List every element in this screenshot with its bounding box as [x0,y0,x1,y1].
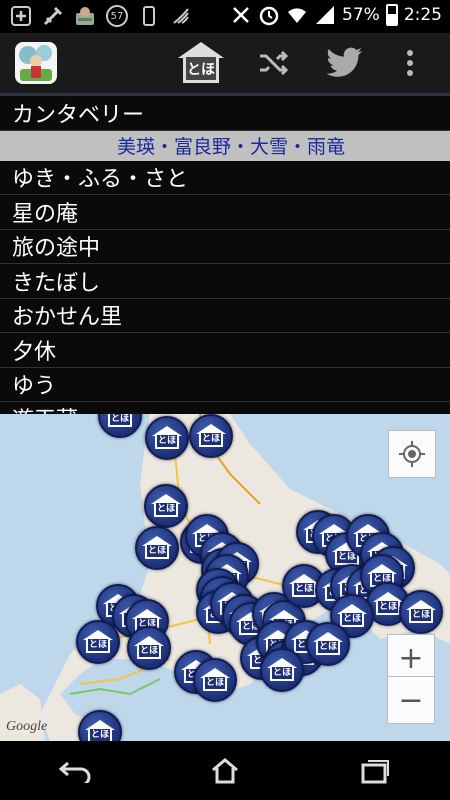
battery-percent: 57% [342,5,380,25]
tomo-pin-marker[interactable]: とほ [193,658,237,702]
pin-label: とほ [199,433,223,447]
pin-label: とほ [86,639,110,653]
tomo-pin-marker[interactable]: とほ [145,416,189,460]
list-item[interactable]: 遊天蔵 [0,402,450,414]
tomo-pin-marker[interactable]: とほ [76,620,120,664]
map-view[interactable]: とほとほとほとほとほとほとほとほとほとほとほとほとほとほとほとほとほとほとほとほ… [0,414,450,741]
tabi-app-icon[interactable] [14,41,58,85]
guesthouse-list[interactable]: カンタベリー 美瑛・富良野・大雪・雨竜 ゆき・ふる・さと 星の庵 旅の途中 きた… [0,96,450,414]
clock: 2:25 [403,5,442,25]
list-item[interactable]: 星の庵 [0,195,450,230]
pin-label: とほ [203,677,227,691]
status-bar: 57 57% 2:25 [0,0,450,33]
add-icon [11,6,31,26]
pin-house-icon: とほ [406,600,436,624]
list-item[interactable]: おかせん里 [0,299,450,333]
pin-house-icon: とほ [196,424,226,448]
list-item[interactable]: ゆう [0,368,450,402]
pin-house-icon: とほ [313,632,343,656]
pin-house-icon: とほ [200,668,230,692]
notification-icons: 57 [10,5,192,27]
alarm-icon [259,6,279,26]
pin-label: とほ [155,435,179,449]
pin-label: とほ [292,583,316,597]
pin-label: とほ [316,641,340,655]
pin-label: とほ [108,414,132,427]
list-item[interactable]: 夕休 [0,333,450,368]
pin-label: とほ [340,613,364,627]
shuffle-icon [260,50,289,76]
home-button[interactable]: とほ [176,41,226,85]
my-location-button[interactable] [388,430,436,478]
twitter-icon [326,47,362,77]
zoom-in-button[interactable]: + [387,634,435,682]
tomo-pin-marker[interactable]: とほ [135,526,179,570]
tomo-pin-marker[interactable]: とほ [189,414,233,458]
recent-apps-icon [361,759,389,783]
pin-label: とほ [88,729,112,741]
home-nav-button[interactable] [195,746,255,796]
tomo-pin-marker[interactable]: とほ [260,648,304,692]
pin-house-icon: とほ [83,630,113,654]
tomo-pin-marker[interactable]: とほ [306,622,350,666]
pin-label: とほ [376,601,400,615]
home-icon: とほ [178,42,224,84]
home-nav-icon [212,757,238,783]
pin-label: とほ [409,609,433,623]
navigation-bar [0,741,450,800]
zoom-out-button[interactable]: − [387,676,435,724]
overflow-menu-icon [407,50,413,76]
home-label: とほ [183,57,219,83]
shuffle-button[interactable] [248,41,298,85]
settings-icon [43,6,63,26]
pin-house-icon: とほ [152,426,182,450]
pin-label: とほ [137,645,161,659]
pin-house-icon: とほ [337,604,367,628]
back-icon [58,761,91,783]
battery-fill [387,13,396,24]
badge-icon: 57 [106,5,128,27]
twitter-button[interactable] [320,41,370,85]
wifi-icon [288,8,307,23]
list-item[interactable]: カンタベリー [0,96,450,131]
system-status: 57% 2:25 [230,4,442,26]
section-header: 美瑛・富良野・大雪・雨竜 [0,130,450,161]
list-item[interactable]: きたぼし [0,264,450,299]
tomo-pin-marker[interactable]: とほ [127,626,171,670]
nfc-icon [173,8,189,24]
pin-label: とほ [270,667,294,681]
phone-icon [143,6,155,26]
pin-house-icon: とほ [151,494,181,518]
signal-icon [316,6,335,24]
pin-label: とほ [154,503,178,517]
back-button[interactable] [45,746,105,796]
tomo-pin-marker[interactable]: とほ [399,590,443,634]
list-item[interactable]: ゆき・ふる・さと [0,161,450,195]
pin-house-icon: とほ [85,720,115,741]
action-bar: とほ [0,33,450,93]
pin-label: とほ [145,545,169,559]
battery-icon [385,4,398,26]
pin-house-icon: とほ [267,658,297,682]
list-item[interactable]: 旅の途中 [0,230,450,264]
robot-icon [76,7,94,25]
tomo-pin-marker[interactable]: とほ [144,484,188,528]
overflow-menu-button[interactable] [390,41,430,85]
recent-apps-button[interactable] [345,746,405,796]
pin-house-icon: とほ [105,414,135,428]
my-location-icon [399,441,425,467]
no-signal-icon [233,7,249,23]
google-attribution: Google [6,719,48,734]
pin-house-icon: とほ [134,636,164,660]
pin-house-icon: とほ [142,536,172,560]
